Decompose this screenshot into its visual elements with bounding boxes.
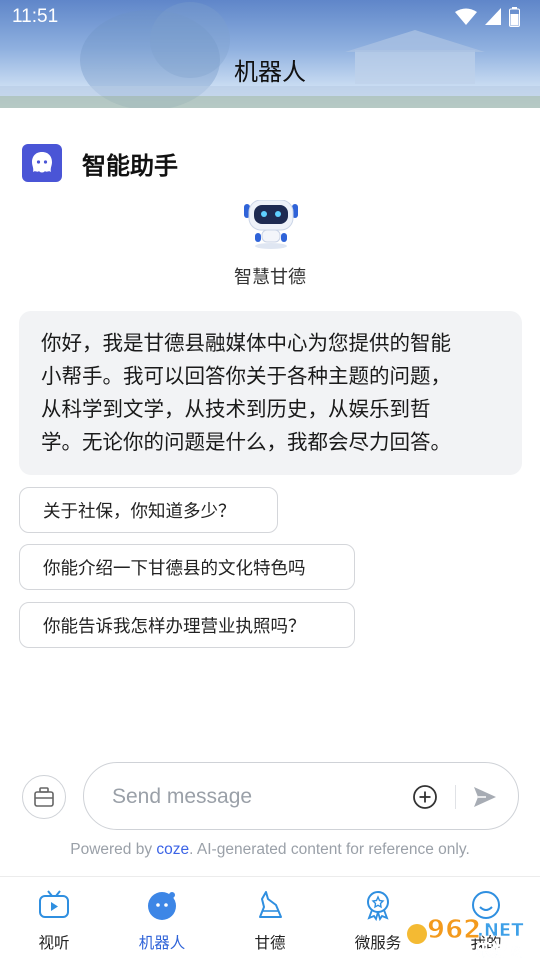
site-watermark-logo: 962 .NET 乐游网 bbox=[407, 915, 524, 958]
bot-logo-icon bbox=[22, 144, 62, 182]
welcome-message-bubble: 你好，我是甘德县融媒体中心为您提供的智能 小帮手。我可以回答你关于各种主题的问题… bbox=[19, 311, 522, 475]
nav-item-robot[interactable]: 机器人 bbox=[108, 877, 216, 960]
watermark-site-name: 乐游网 bbox=[475, 941, 523, 958]
tv-icon bbox=[39, 890, 69, 918]
status-time: 11:51 bbox=[12, 6, 59, 27]
robot-icon bbox=[148, 892, 176, 920]
input-divider bbox=[455, 785, 456, 809]
robot-avatar-icon bbox=[244, 200, 298, 249]
nav-label: 机器人 bbox=[138, 934, 186, 952]
welcome-line: 从科学到文学，从技术到历史，从娱乐到哲 bbox=[41, 397, 431, 421]
badge-icon bbox=[367, 891, 389, 921]
cellular-signal-icon bbox=[485, 8, 501, 25]
suggestion-chip[interactable]: 你能告诉我怎样办理营业执照吗？ bbox=[19, 602, 355, 648]
assistant-name: 智慧甘德 bbox=[234, 267, 306, 288]
welcome-line: 学。无论你的问题是什么，我都会尽力回答。 bbox=[41, 430, 451, 454]
bot-header: 智能助手 bbox=[22, 144, 178, 182]
nav-item-gande[interactable]: 甘德 bbox=[216, 877, 324, 960]
message-input-box[interactable] bbox=[83, 762, 519, 830]
page-title: 机器人 bbox=[234, 58, 306, 86]
attach-plus-icon[interactable] bbox=[412, 784, 438, 810]
welcome-line: 小帮手。我可以回答你关于各种主题的问题， bbox=[41, 364, 451, 388]
suggestion-chip[interactable]: 你能介绍一下甘德县的文化特色吗 bbox=[19, 544, 355, 590]
toolbox-button[interactable] bbox=[22, 775, 66, 819]
header-banner: 11:51 机器人 bbox=[0, 0, 540, 108]
horse-rider-icon bbox=[259, 891, 282, 918]
powered-prefix: Powered by bbox=[70, 841, 157, 858]
nav-item-shiting[interactable]: 视听 bbox=[0, 877, 108, 960]
watermark-domain: .NET bbox=[477, 920, 524, 941]
chat-panel: 智能助手 智慧甘德 你好，我是甘德县融媒体中心为您提供的智能 小帮手。我可以回答… bbox=[0, 108, 540, 960]
powered-by-notice: Powered by coze. AI-generated content fo… bbox=[0, 841, 540, 859]
powered-suffix: . AI-generated content for reference onl… bbox=[189, 841, 470, 858]
nav-label: 甘德 bbox=[254, 934, 286, 952]
send-icon[interactable] bbox=[472, 784, 498, 810]
bot-name: 智能助手 bbox=[82, 151, 178, 180]
message-input[interactable] bbox=[112, 783, 402, 811]
wifi-icon bbox=[455, 8, 477, 25]
suggestion-chip[interactable]: 关于社保，你知道多少？ bbox=[19, 487, 278, 533]
welcome-line: 你好，我是甘德县融媒体中心为您提供的智能 bbox=[41, 331, 451, 355]
battery-icon bbox=[509, 7, 520, 27]
toolbox-icon bbox=[34, 787, 54, 807]
status-bar: 11:51 bbox=[0, 0, 540, 34]
coze-link[interactable]: coze bbox=[156, 841, 189, 858]
nav-label: 视听 bbox=[38, 934, 70, 952]
watermark-number: 962 bbox=[427, 915, 481, 945]
